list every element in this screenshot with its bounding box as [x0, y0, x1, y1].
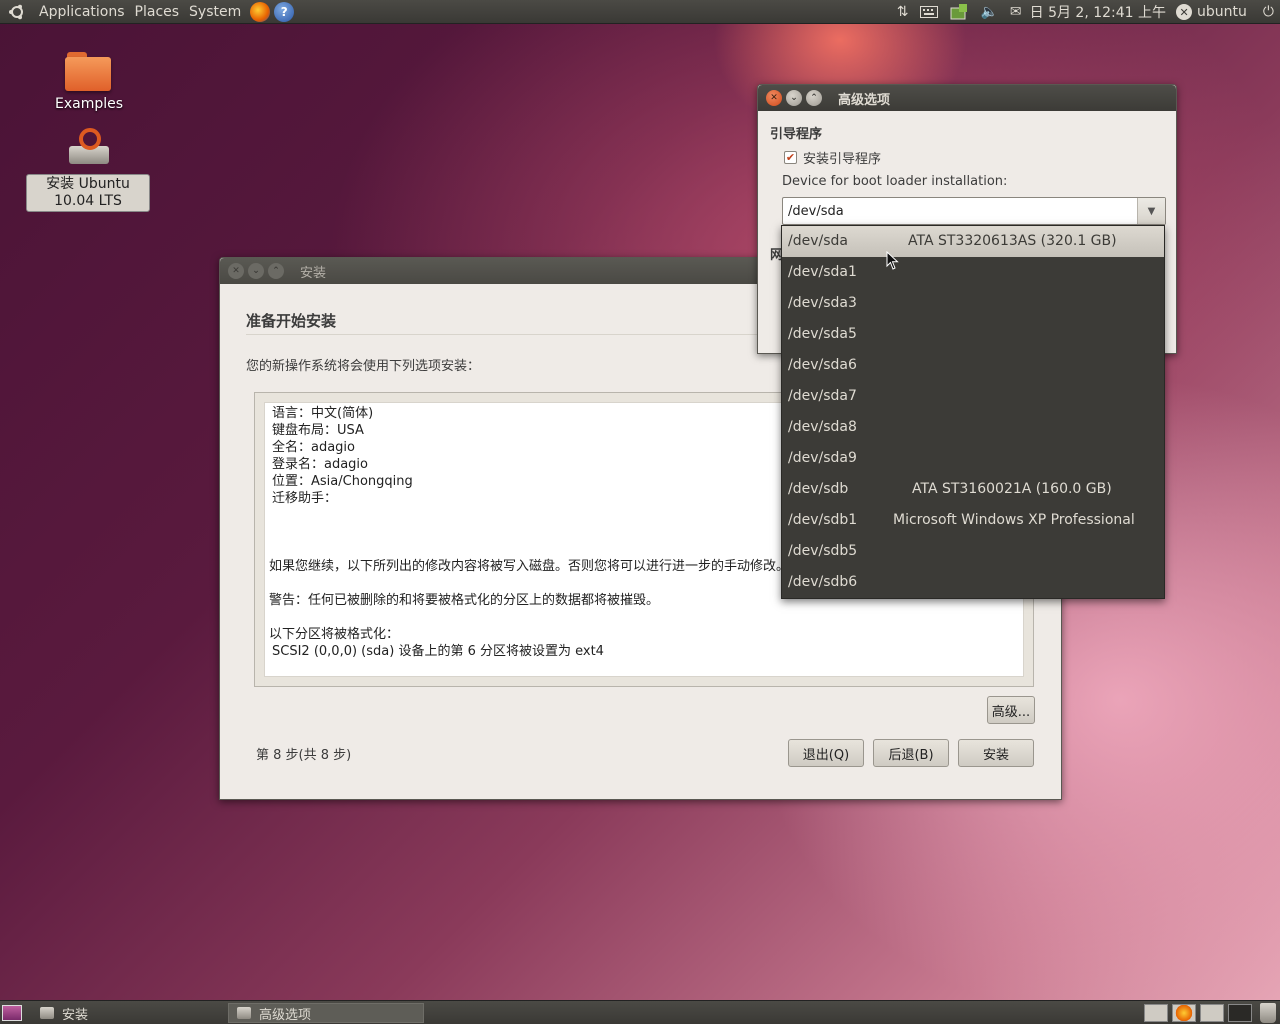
volume-icon[interactable]: 🔈	[980, 4, 997, 20]
installer-icon	[65, 126, 113, 170]
dropdown-item[interactable]: /dev/sda ATA ST3320613AS (320.1 GB)	[782, 226, 1164, 257]
dropdown-item[interactable]: /dev/sda3	[782, 288, 1164, 319]
dropdown-item-device: /dev/sdb5	[788, 543, 858, 559]
dropdown-item-device: /dev/sda3	[788, 295, 857, 311]
dropdown-item-device: /dev/sda7	[788, 388, 857, 404]
dropdown-item[interactable]: /dev/sda8	[782, 412, 1164, 443]
section-title-bootloader: 引导程序	[770, 127, 823, 142]
menu-applications[interactable]: Applications	[34, 0, 130, 24]
desktop-icon-install-ubuntu[interactable]: 安装 Ubuntu 10.04 LTS	[26, 126, 152, 212]
page-subtitle: 您的新操作系统将会使用下列选项安装：	[246, 359, 481, 374]
minimize-icon[interactable]: ⌄	[248, 263, 264, 279]
device-label: Device for boot loader installation:	[782, 174, 1008, 189]
bottom-panel: 安装 高级选项	[0, 1000, 1280, 1024]
quit-button[interactable]: 退出(Q)	[788, 739, 864, 767]
bootloader-device-combo[interactable]: /dev/sda ▼	[782, 197, 1166, 225]
installer-tray-icon[interactable]	[950, 3, 968, 21]
installer-icon	[40, 1007, 54, 1019]
dropdown-item-device: /dev/sda8	[788, 419, 857, 435]
mail-icon[interactable]: ✉	[1010, 4, 1022, 20]
dropdown-item-description: ATA ST3320613AS (320.1 GB)	[908, 233, 1117, 249]
dropdown-item-device: /dev/sda9	[788, 450, 857, 466]
dropdown-item[interactable]: /dev/sda7	[782, 381, 1164, 412]
dropdown-item-device: /dev/sda1	[788, 264, 857, 280]
dropdown-item-device: /dev/sdb	[788, 481, 849, 497]
dropdown-item-device: /dev/sda	[788, 233, 848, 249]
install-button[interactable]: 安装	[958, 739, 1034, 767]
maximize-icon[interactable]: ⌃	[806, 90, 822, 106]
workspace-3[interactable]	[1200, 1004, 1224, 1022]
installer-icon	[237, 1007, 251, 1019]
power-icon[interactable]: ⏻	[1263, 4, 1274, 20]
workspace-2[interactable]	[1172, 1004, 1196, 1022]
trash-icon[interactable]	[1260, 1003, 1276, 1023]
dropdown-item[interactable]: /dev/sda9	[782, 443, 1164, 474]
summary-format-title: 以下分区将被格式化：	[269, 627, 400, 642]
maximize-icon[interactable]: ⌃	[268, 263, 284, 279]
dropdown-item[interactable]: /dev/sda5	[782, 319, 1164, 350]
install-bootloader-label: 安装引导程序	[803, 152, 882, 167]
device-dropdown-list[interactable]: /dev/sda ATA ST3320613AS (320.1 GB) /dev…	[781, 225, 1165, 599]
top-panel: Applications Places System ? ⇅ 🔈 ✉ 日 5月 …	[0, 0, 1280, 24]
help-icon[interactable]: ?	[274, 1, 295, 22]
close-icon[interactable]: ✕	[228, 263, 244, 279]
dropdown-item-description: ATA ST3160021A (160.0 GB)	[912, 481, 1112, 497]
dropdown-item[interactable]: /dev/sdb5	[782, 536, 1164, 567]
dropdown-item[interactable]: /dev/sda6	[782, 350, 1164, 381]
firefox-icon[interactable]	[250, 1, 271, 22]
show-desktop-icon[interactable]	[2, 1005, 22, 1021]
workspace-4[interactable]	[1228, 1004, 1252, 1022]
workspace-1[interactable]	[1144, 1004, 1168, 1022]
install-bootloader-checkbox[interactable]: ✔	[784, 151, 797, 164]
network-icon[interactable]: ⇅	[897, 4, 909, 20]
advanced-titlebar[interactable]: ✕ ⌄ ⌃ 高级选项	[758, 85, 1176, 111]
dropdown-item-device: /dev/sdb1	[788, 512, 858, 528]
clock[interactable]: 日 5月 2, 12:41 上午	[1030, 2, 1166, 22]
back-button[interactable]: 后退(B)	[873, 739, 949, 767]
close-icon[interactable]: ✕	[766, 90, 782, 106]
install-bootloader-row[interactable]: ✔ 安装引导程序	[784, 148, 881, 167]
dropdown-item-device: /dev/sdb6	[788, 574, 858, 590]
desktop-icon-label: 安装 Ubuntu 10.04 LTS	[26, 174, 150, 212]
menu-places[interactable]: Places	[130, 0, 185, 24]
taskbar-item-label: 安装	[62, 1007, 89, 1023]
menu-system[interactable]: System	[184, 0, 246, 24]
mouse-cursor-icon	[886, 251, 899, 270]
user-status-icon[interactable]: ✕	[1176, 4, 1193, 20]
minimize-icon[interactable]: ⌄	[786, 90, 802, 106]
dropdown-item-description: Microsoft Windows XP Professional	[893, 512, 1135, 528]
dropdown-item[interactable]: /dev/sdb ATA ST3160021A (160.0 GB)	[782, 474, 1164, 505]
taskbar-item-label: 高级选项	[259, 1007, 312, 1023]
user-name[interactable]: ubuntu	[1197, 4, 1247, 20]
dropdown-item-device: /dev/sda6	[788, 357, 857, 373]
dropdown-item-device: /dev/sda5	[788, 326, 857, 342]
keyboard-icon[interactable]	[920, 6, 939, 18]
step-label: 第 8 步(共 8 步)	[256, 748, 352, 763]
window-title: 安装	[300, 265, 327, 281]
taskbar-item-advanced[interactable]: 高级选项	[228, 1003, 424, 1023]
chevron-down-icon[interactable]: ▼	[1137, 198, 1165, 224]
folder-icon	[65, 52, 113, 92]
ubuntu-logo-icon[interactable]	[6, 1, 28, 23]
dropdown-item[interactable]: /dev/sda1	[782, 257, 1164, 288]
dropdown-item[interactable]: /dev/sdb6	[782, 567, 1164, 598]
window-title: 高级选项	[838, 92, 891, 108]
summary-format-item: SCSI2 (0,0,0) (sda) 设备上的第 6 分区将被设置为 ext4	[272, 644, 604, 659]
combo-value: /dev/sda	[788, 204, 844, 219]
dropdown-item[interactable]: /dev/sdb1 Microsoft Windows XP Professio…	[782, 505, 1164, 536]
desktop-icon-label: Examples	[54, 96, 124, 112]
taskbar-item-install[interactable]: 安装	[32, 1003, 224, 1023]
desktop-icon-examples[interactable]: Examples	[48, 52, 130, 112]
page-title: 准备开始安装	[246, 312, 337, 330]
advanced-button[interactable]: 高级...	[987, 696, 1035, 724]
